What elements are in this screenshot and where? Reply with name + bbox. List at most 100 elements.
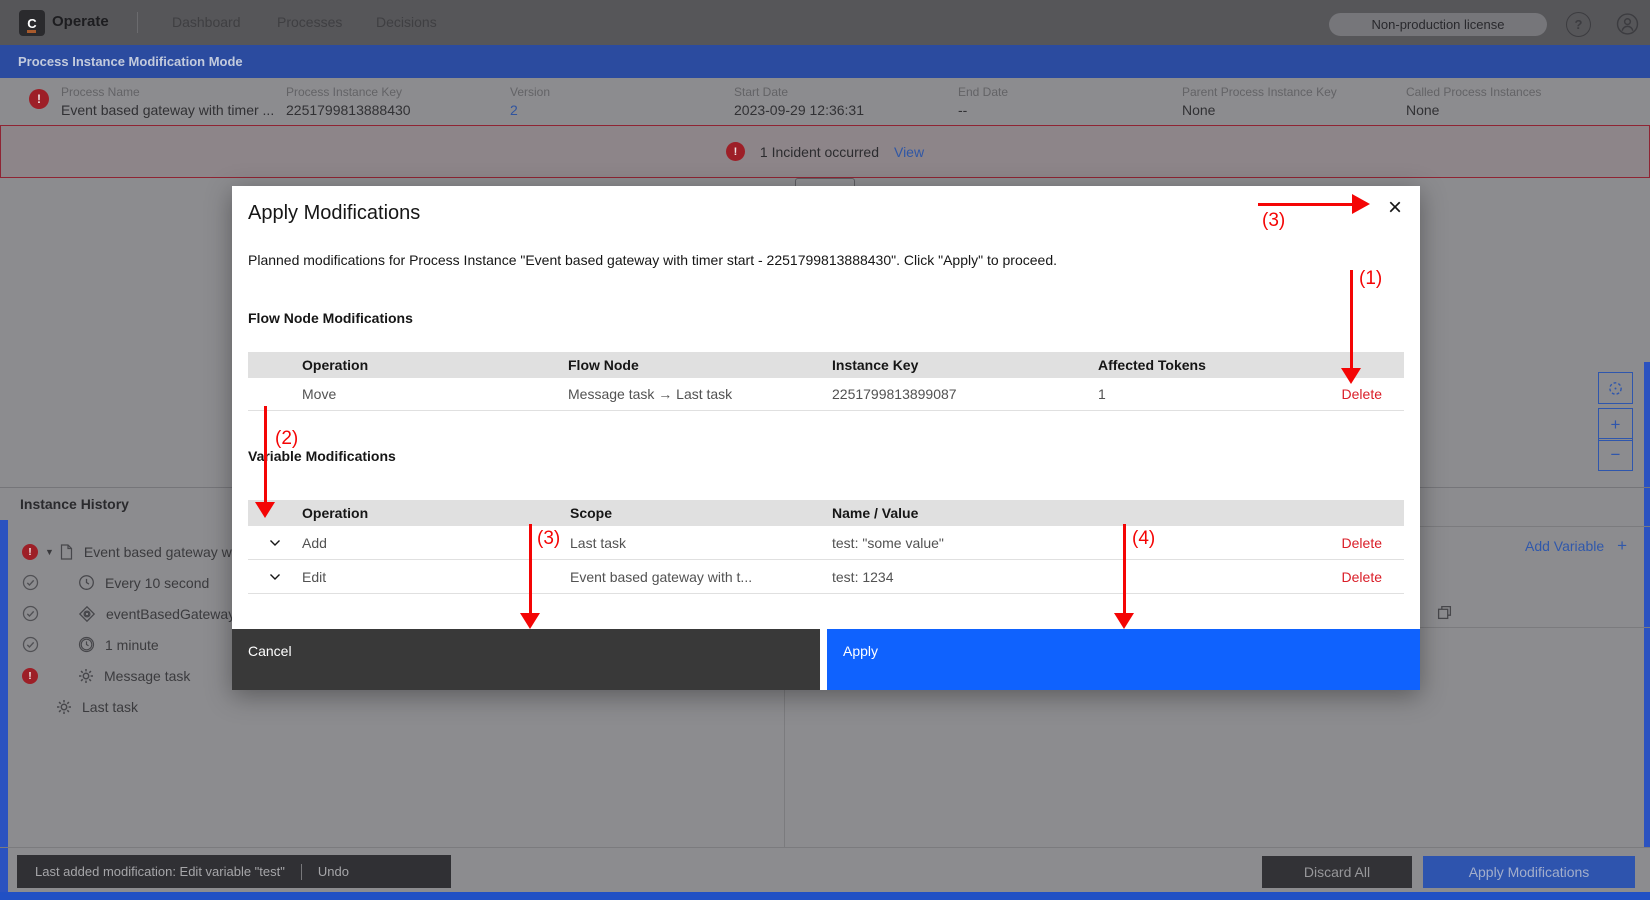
last-modification-toast: Last added modification: Edit variable "… — [17, 855, 451, 888]
service-task-icon — [78, 668, 94, 684]
field-value: 2023-09-29 12:36:31 — [734, 102, 864, 118]
diagram-reset-button[interactable] — [1598, 372, 1633, 404]
history-row-label: eventBasedGateway — [106, 606, 235, 622]
table-header-row: Operation Flow Node Instance Key Affecte… — [248, 352, 1404, 378]
incident-banner: ! 1 Incident occurred View — [0, 125, 1650, 178]
delete-button[interactable]: Delete — [1342, 386, 1382, 402]
column-flow-node: Flow Node — [568, 357, 832, 373]
field-process-instance-key: Process Instance Key 2251799813888430 — [286, 85, 411, 118]
history-row-label: Message task — [104, 668, 190, 684]
delete-button[interactable]: Delete — [1342, 535, 1382, 551]
check-circle-icon — [22, 605, 39, 622]
table-header-row: Operation Scope Name / Value — [248, 500, 1404, 526]
right-panel-accent-strip — [1644, 362, 1650, 847]
check-circle-icon — [22, 574, 39, 591]
app-title: Operate — [52, 13, 109, 30]
annotation-arrow-line — [1123, 524, 1126, 614]
cell-instance-key: 2251799813899087 — [832, 386, 1098, 402]
field-value: Event based gateway with timer ... — [61, 102, 274, 118]
copy-icon[interactable] — [1437, 605, 1452, 625]
table-row: Edit Event based gateway with t... test:… — [248, 560, 1404, 594]
annotation-arrowhead — [1352, 194, 1370, 214]
add-variable-button[interactable]: Add Variable + — [1525, 536, 1627, 556]
cancel-button[interactable]: Cancel — [232, 629, 820, 690]
toast-divider — [301, 864, 302, 880]
annotation-arrowhead — [520, 613, 540, 629]
top-nav: C Operate Dashboard Processes Decisions … — [0, 0, 1650, 45]
field-start-date: Start Date 2023-09-29 12:36:31 — [734, 85, 864, 118]
logo-accent — [27, 30, 36, 33]
instance-header: ! Process Name Event based gateway with … — [0, 78, 1650, 125]
history-row-label: 1 minute — [105, 637, 159, 653]
help-icon[interactable]: ? — [1566, 12, 1591, 37]
cell-scope: Event based gateway with t... — [570, 569, 832, 585]
field-parent-process-instance-key: Parent Process Instance Key None — [1182, 85, 1337, 118]
field-value: None — [1182, 102, 1337, 118]
license-badge: Non-production license — [1329, 13, 1547, 36]
annotation-arrow-line — [1258, 203, 1352, 206]
history-row-label: Last task — [82, 699, 138, 715]
add-variable-label: Add Variable — [1525, 538, 1604, 554]
field-label: Process Name — [61, 85, 274, 99]
field-label: End Date — [958, 85, 1008, 99]
zoom-out-button[interactable]: − — [1598, 438, 1633, 471]
field-label: Start Date — [734, 85, 864, 99]
timer-icon — [78, 636, 95, 653]
annotation-label-3-cancel: (3) — [537, 528, 560, 550]
nav-item-processes[interactable]: Processes — [277, 14, 342, 30]
annotation-label-4: (4) — [1132, 528, 1155, 550]
toast-text: Last added modification: Edit variable "… — [35, 864, 285, 879]
cell-name-value: test: "some value" — [832, 535, 1292, 551]
history-row-last-task[interactable]: Last task — [0, 691, 780, 722]
chevron-down-icon[interactable]: ▼ — [45, 547, 54, 557]
column-name-value: Name / Value — [832, 505, 1292, 521]
undo-button[interactable]: Undo — [318, 864, 349, 879]
document-icon — [59, 544, 74, 560]
modal-title: Apply Modifications — [248, 202, 420, 225]
column-operation: Operation — [302, 357, 568, 373]
history-row-label: Every 10 second — [105, 575, 209, 591]
expand-chevron-icon[interactable] — [269, 539, 281, 547]
flow-node-modifications-heading: Flow Node Modifications — [248, 310, 413, 326]
modal-footer: Cancel Apply — [232, 629, 1420, 690]
field-value: 2251799813888430 — [286, 102, 411, 118]
field-label: Version — [510, 85, 550, 99]
footer-top-border — [0, 847, 1650, 848]
nav-item-dashboard[interactable]: Dashboard — [172, 14, 241, 30]
delete-button[interactable]: Delete — [1342, 569, 1382, 585]
annotation-arrow-line — [1350, 270, 1353, 368]
camunda-logo[interactable]: C — [19, 10, 45, 36]
column-scope: Scope — [570, 505, 832, 521]
variable-modifications-heading: Variable Modifications — [248, 448, 396, 464]
annotation-arrow-line — [529, 524, 532, 614]
discard-all-button[interactable]: Discard All — [1262, 856, 1412, 888]
modification-mode-banner: Process Instance Modification Mode — [0, 45, 1650, 78]
field-process-name: Process Name Event based gateway with ti… — [61, 85, 274, 118]
apply-modifications-button[interactable]: Apply Modifications — [1423, 856, 1635, 888]
modification-mode-text: Process Instance Modification Mode — [18, 54, 243, 69]
timer-icon — [78, 574, 95, 591]
help-glyph: ? — [1575, 17, 1583, 32]
field-end-date: End Date -- — [958, 85, 1008, 118]
user-icon[interactable] — [1616, 12, 1639, 35]
expand-chevron-icon[interactable] — [269, 573, 281, 581]
cell-scope: Last task — [570, 535, 832, 551]
cell-operation: Move — [302, 386, 568, 402]
service-task-icon — [56, 699, 72, 715]
version-link[interactable]: 2 — [510, 102, 550, 118]
row-error-icon: ! — [22, 668, 38, 684]
incident-view-link[interactable]: View — [894, 144, 924, 160]
zoom-in-button[interactable]: + — [1598, 408, 1633, 441]
field-label: Process Instance Key — [286, 85, 411, 99]
variable-modifications-table: Operation Scope Name / Value Add Last ta… — [248, 500, 1404, 594]
incident-state-icon: ! — [29, 89, 49, 109]
crosshair-icon — [1607, 380, 1624, 397]
column-operation: Operation — [302, 505, 570, 521]
annotation-label-1: (1) — [1359, 268, 1382, 290]
nav-item-decisions[interactable]: Decisions — [376, 14, 437, 30]
close-icon[interactable]: × — [1372, 186, 1418, 230]
annotation-arrow-line — [264, 406, 267, 502]
apply-button[interactable]: Apply — [827, 629, 1420, 690]
logo-initial: C — [27, 16, 36, 31]
annotation-label-2: (2) — [275, 428, 298, 450]
